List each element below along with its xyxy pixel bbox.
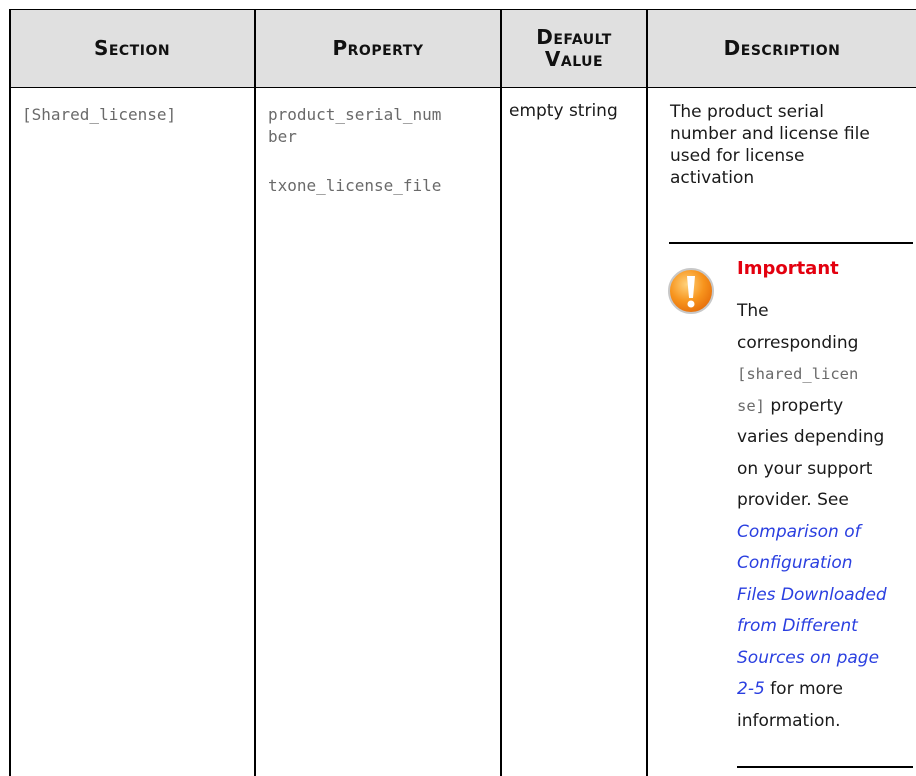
comparison-link[interactable]: Comparison of	[737, 522, 861, 542]
note-line: [shared_licen	[737, 359, 916, 391]
note-line: on your support	[737, 458, 873, 479]
note-text: for more	[764, 679, 843, 699]
property-serial-line2: ber	[268, 127, 297, 146]
header-description: Description	[723, 36, 841, 60]
warning-icon	[668, 268, 714, 314]
note-line: corresponding	[737, 332, 859, 353]
note-line[interactable]: Sources on page	[737, 643, 916, 675]
cell-description: The product serial number and license fi…	[670, 101, 900, 189]
description-line: number and license file	[670, 124, 870, 144]
column-divider	[500, 9, 502, 776]
cell-property-license-file: txone_license_file	[268, 176, 442, 195]
header-section: Section	[93, 36, 171, 60]
header-default-value: Default Value	[502, 9, 646, 87]
comparison-link[interactable]: from Different	[737, 616, 858, 636]
note-line: se] property	[737, 391, 916, 423]
note-line: provider. See	[737, 490, 849, 510]
note-line: The	[737, 301, 769, 321]
column-divider	[646, 9, 648, 776]
note-code: [shared_licen	[737, 365, 859, 383]
note-line[interactable]: Files Downloaded	[737, 580, 916, 612]
property-serial-line1: product_serial_num	[268, 105, 442, 124]
note-line: information.	[737, 710, 841, 731]
header-default-value-line2: Value	[544, 47, 604, 71]
note-top-rule	[669, 242, 913, 244]
note-line[interactable]: from Different	[737, 611, 916, 643]
note-line[interactable]: Comparison of	[737, 517, 916, 549]
note-text: property	[765, 395, 844, 416]
note-line[interactable]: Configuration	[737, 548, 916, 580]
description-line: activation	[670, 168, 755, 188]
header-property: Property	[332, 36, 424, 60]
note-line: 2-5 for more	[737, 674, 916, 706]
comparison-link[interactable]: 2-5	[737, 679, 765, 699]
description-line: The product serial	[670, 102, 824, 122]
cell-property-serial: product_serial_num ber	[268, 104, 441, 148]
important-heading: Important	[737, 258, 839, 279]
cell-default-value: empty string	[509, 101, 618, 121]
note-code: se]	[737, 396, 765, 415]
column-divider	[254, 9, 256, 776]
comparison-link[interactable]: Sources on page	[737, 648, 879, 668]
comparison-link[interactable]: Files Downloaded	[737, 585, 887, 605]
note-line: varies depending	[737, 427, 885, 447]
comparison-link[interactable]: Configuration	[737, 553, 853, 573]
cell-section: [Shared_license]	[22, 105, 177, 124]
header-default-value-line1: Default	[536, 25, 612, 49]
important-note-body: The corresponding [shared_licen se] prop…	[737, 296, 916, 737]
description-line: used for license	[670, 146, 805, 166]
note-bottom-rule	[737, 766, 913, 768]
table-border-left	[9, 9, 11, 776]
